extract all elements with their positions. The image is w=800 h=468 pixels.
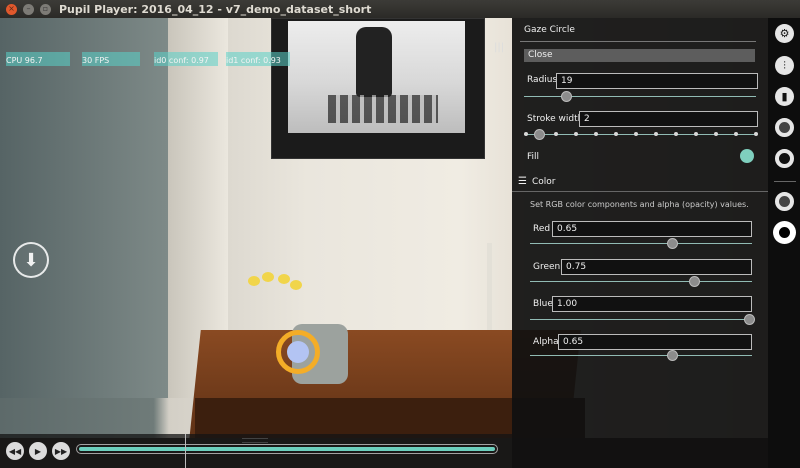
fill-label: Fill (527, 152, 540, 162)
id1-confidence-label: id1 conf: 0.93 (226, 56, 281, 65)
fast-forward-button[interactable]: ▶▶ (52, 442, 70, 460)
stroke-width-label: Stroke width (527, 114, 584, 124)
green-field[interactable]: 0.75 (561, 259, 752, 275)
scene-photo-figure (356, 27, 392, 97)
green-slider-track[interactable] (530, 281, 752, 282)
timeline-bar: ◀◀ ▶ ▶▶ (0, 434, 512, 468)
scene-wall-left (0, 18, 168, 398)
stroke-width-slider-track[interactable] (524, 134, 756, 135)
red-slider-knob[interactable] (667, 238, 678, 249)
scene-photo-base (328, 95, 438, 123)
plugin-toggle-icon[interactable] (775, 118, 794, 137)
red-label: Red (533, 224, 551, 234)
settings-icon[interactable]: ⚙ (775, 24, 794, 43)
blue-label: Blue (533, 299, 553, 309)
window-maximize-button[interactable]: ▫ (40, 3, 51, 15)
chart-icon[interactable]: ▮ (775, 87, 794, 106)
alpha-field[interactable]: 0.65 (558, 334, 752, 350)
blue-slider-knob[interactable] (744, 314, 755, 325)
hamburger-icon[interactable]: ☰ (518, 176, 527, 187)
blue-slider-track[interactable] (530, 319, 752, 320)
gaze-circle (287, 341, 309, 363)
panel-resize-grip-icon[interactable]: ||| (494, 42, 504, 53)
panel-title: Gaze Circle (524, 25, 575, 35)
color-section-divider (512, 191, 768, 192)
green-slider-knob[interactable] (689, 276, 700, 287)
id0-confidence-graph: id0 conf: 0.97 (154, 36, 220, 66)
cpu-graph: CPU 96.7 (6, 36, 72, 66)
radius-label: Radius (527, 75, 558, 85)
color-section-title: Color (532, 177, 556, 187)
radius-slider-knob[interactable] (561, 91, 572, 102)
window-minimize-button[interactable]: – (23, 3, 34, 15)
panel-title-divider (520, 41, 756, 42)
red-slider-track[interactable] (530, 243, 752, 244)
scene-picture-frame (271, 18, 485, 159)
plugin-toggle-icon[interactable] (775, 149, 794, 168)
green-label: Green (533, 262, 561, 272)
download-icon[interactable]: ⬇ (13, 242, 49, 278)
scene-flowers (248, 272, 304, 298)
adjust-icon[interactable]: ⫶ (775, 56, 794, 75)
id0-confidence-label: id0 conf: 0.97 (154, 56, 209, 65)
stats-overlay: CPU 96.7 30 FPS id0 conf: 0.97 id1 conf:… (6, 36, 296, 66)
timeline-progress (79, 447, 495, 451)
plugin-toggle-icon[interactable] (775, 192, 794, 211)
gaze-circle-panel: Gaze Circle Close Radius 19 Stroke width… (512, 18, 768, 468)
blue-field[interactable]: 1.00 (552, 296, 752, 312)
icon-bar-divider (774, 181, 796, 182)
close-button[interactable]: Close (524, 49, 755, 62)
fps-graph: 30 FPS (82, 36, 142, 66)
alpha-slider-track[interactable] (530, 355, 752, 356)
scene-photo (288, 21, 465, 133)
alpha-label: Alpha (533, 337, 559, 347)
window-titlebar: × – ▫ Pupil Player: 2016_04_12 - v7_demo… (0, 0, 800, 18)
fill-toggle[interactable] (740, 149, 754, 163)
fps-label: 30 FPS (82, 56, 110, 65)
rewind-button[interactable]: ◀◀ (6, 442, 24, 460)
gaze-circle-plugin-icon[interactable] (775, 223, 794, 242)
timeline-track[interactable] (76, 444, 498, 454)
play-button[interactable]: ▶ (29, 442, 47, 460)
timeline-playhead[interactable] (185, 434, 186, 468)
id1-confidence-graph: id1 conf: 0.93 (226, 36, 292, 66)
stroke-width-slider-knob[interactable] (534, 129, 545, 140)
alpha-slider-knob[interactable] (667, 350, 678, 361)
window-close-button[interactable]: × (6, 3, 17, 15)
color-help-text: Set RGB color components and alpha (opac… (530, 200, 749, 209)
red-field[interactable]: 0.65 (552, 221, 752, 237)
window-title: Pupil Player: 2016_04_12 - v7_demo_datas… (59, 2, 372, 16)
radius-slider-track[interactable] (524, 96, 756, 97)
stroke-width-field[interactable]: 2 (579, 111, 758, 127)
cpu-label: CPU 96.7 (6, 56, 43, 65)
radius-field[interactable]: 19 (556, 73, 758, 89)
plugin-icon-bar: ⚙ ⫶ ▮ (768, 18, 800, 468)
